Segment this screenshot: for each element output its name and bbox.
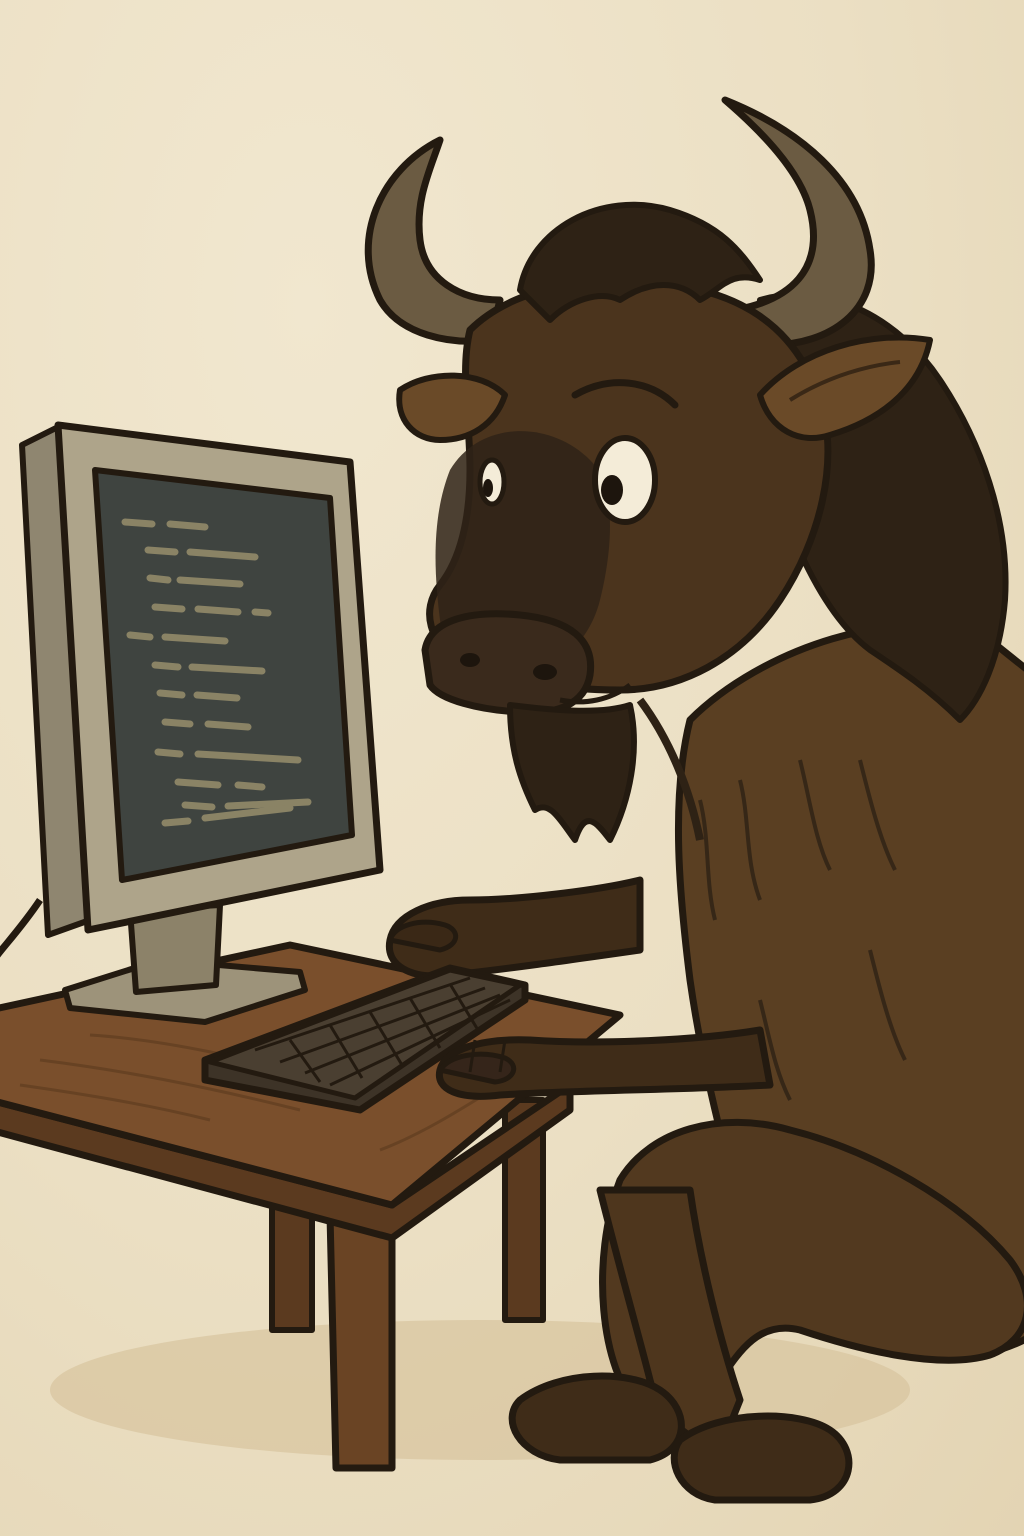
gnu-near-arm [435, 1026, 774, 1100]
code-line [161, 817, 192, 827]
monitor-cable [0, 898, 43, 958]
gnu-nostril-right [533, 664, 557, 680]
code-line [146, 574, 172, 584]
code-line [193, 691, 241, 702]
code-line [144, 546, 179, 556]
code-line [161, 633, 229, 645]
gnu-beard [507, 702, 637, 843]
code-line [251, 608, 272, 617]
desk-leg-front [326, 1201, 396, 1472]
gnu-pupil-right [601, 475, 623, 505]
gnu-pupil-left [483, 479, 493, 497]
gnu-left-horn [364, 136, 504, 345]
gnu-hoof-right [670, 1412, 853, 1504]
code-line [194, 605, 242, 616]
gnu-nostril-left [460, 653, 480, 667]
illustration-scene [0, 0, 1024, 1536]
code-line [224, 798, 312, 810]
code-line [181, 801, 216, 811]
code-line [151, 661, 182, 671]
code-line [121, 518, 156, 528]
monitor [0, 421, 384, 1025]
code-line [186, 548, 259, 561]
gnu-at-computer-illustration [0, 96, 1024, 1504]
code-line [234, 781, 266, 791]
code-line [176, 576, 244, 588]
code-line [166, 520, 209, 531]
code-line [204, 720, 252, 731]
code-line [154, 748, 184, 758]
code-line [156, 689, 186, 699]
gnu-hoof-left [508, 1372, 685, 1464]
code-line [151, 603, 186, 613]
gnu-nose [421, 610, 595, 717]
code-line [126, 631, 154, 641]
code-line [188, 663, 266, 675]
gnu-eye-left [477, 457, 507, 507]
code-line [161, 718, 194, 728]
code-line [174, 778, 222, 789]
